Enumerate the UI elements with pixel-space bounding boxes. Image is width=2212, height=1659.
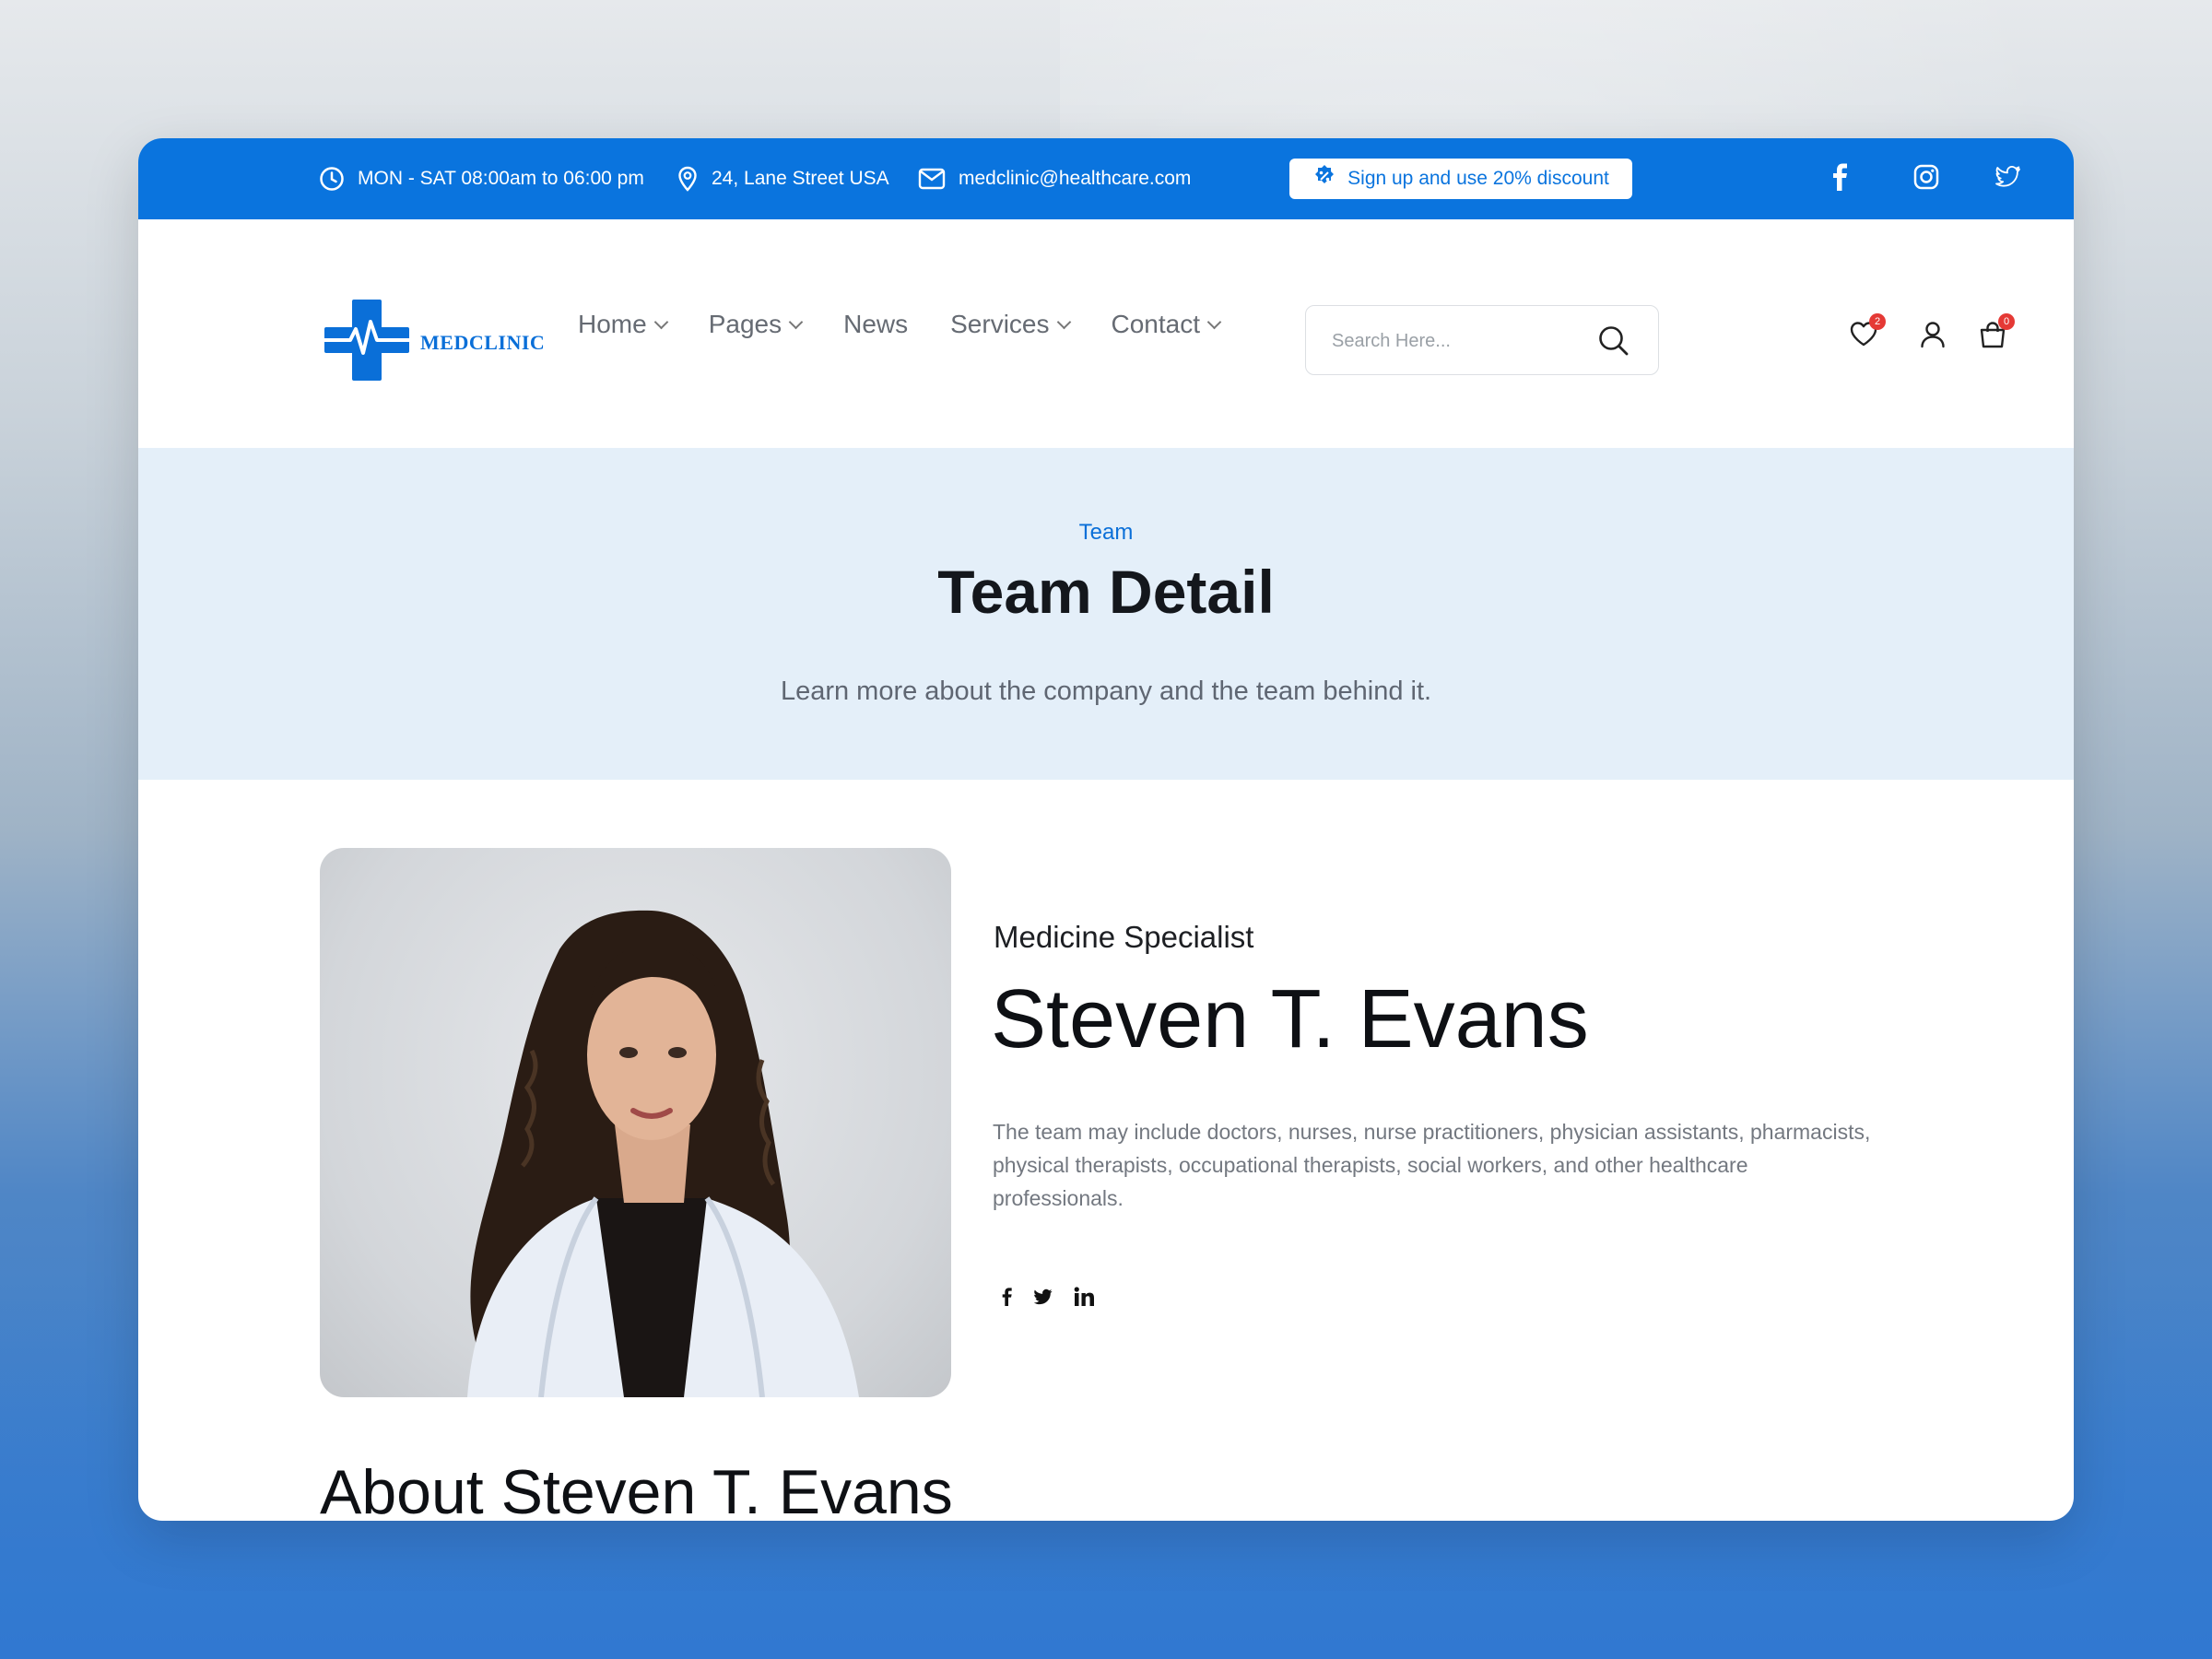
instagram-icon[interactable]	[1913, 164, 1939, 194]
doctor-role: Medicine Specialist	[994, 920, 1254, 954]
nav-pages-label: Pages	[708, 310, 782, 338]
instagram-link[interactable]	[1913, 138, 1939, 219]
heart-icon	[1849, 322, 1878, 350]
nav-services-label: Services	[950, 310, 1050, 338]
nav-home-label: Home	[578, 310, 647, 338]
facebook-icon[interactable]	[1002, 1287, 1013, 1312]
page-subtitle: Learn more about the company and the tea…	[780, 677, 1432, 706]
facebook-link[interactable]	[1832, 138, 1849, 219]
search-input[interactable]	[1330, 323, 1592, 359]
wishlist-button[interactable]: 2	[1849, 313, 1886, 351]
top-bar: MON - SAT 08:00am to 06:00 pm 24, Lane S…	[138, 138, 2074, 219]
about-heading: About Steven T. Evans	[320, 1457, 953, 1521]
nav-home[interactable]: Home	[578, 310, 668, 339]
doctor-name: Steven T. Evans	[991, 973, 1589, 1065]
clock-icon	[319, 166, 345, 192]
email-text[interactable]: medclinic@healthcare.com	[959, 168, 1191, 190]
user-icon	[1920, 322, 1946, 352]
search-box	[1305, 305, 1659, 375]
nav-pages[interactable]: Pages	[708, 310, 804, 339]
chevron-down-icon	[1056, 314, 1071, 329]
discount-button[interactable]: Sign up and use 20% discount	[1289, 159, 1632, 199]
mail-icon	[918, 168, 946, 190]
nav-contact[interactable]: Contact	[1111, 310, 1222, 339]
email-info[interactable]: medclinic@healthcare.com	[918, 138, 1191, 219]
percent-badge-icon	[1312, 164, 1336, 194]
breadcrumb[interactable]: Team	[138, 520, 2074, 546]
location-pin-icon	[677, 166, 699, 192]
chevron-down-icon	[788, 314, 804, 329]
address-text: 24, Lane Street USA	[712, 168, 889, 189]
site-logo[interactable]: MEDCLINIC	[323, 298, 545, 387]
search-icon[interactable]	[1597, 324, 1630, 362]
hours-info: MON - SAT 08:00am to 06:00 pm	[319, 138, 644, 219]
main-nav: Home Pages News Services Contact	[578, 310, 1222, 339]
shopping-bag-icon	[1978, 322, 2007, 352]
nav-services[interactable]: Services	[950, 310, 1071, 339]
discount-text: Sign up and use 20% discount	[1347, 168, 1609, 189]
chevron-down-icon	[653, 314, 668, 329]
wishlist-count-badge: 2	[1869, 313, 1886, 330]
cart-button[interactable]: 0	[1978, 313, 2015, 353]
chevron-down-icon	[1206, 314, 1222, 329]
doctor-photo	[320, 848, 951, 1397]
twitter-icon[interactable]	[1995, 165, 2021, 193]
nav-news-label: News	[843, 310, 909, 338]
doctor-description: The team may include doctors, nurses, nu…	[993, 1120, 1871, 1210]
page-title: Team Detail	[937, 558, 1275, 626]
cart-count-badge: 0	[1998, 313, 2015, 330]
account-button[interactable]	[1920, 321, 1946, 353]
twitter-icon[interactable]	[1033, 1288, 1053, 1311]
hours-text: MON - SAT 08:00am to 06:00 pm	[358, 168, 644, 189]
medical-cross-icon	[323, 298, 411, 387]
facebook-icon[interactable]	[1832, 163, 1849, 195]
logo-text: MEDCLINIC	[420, 330, 546, 354]
site-header: MEDCLINIC Home Pages News Services Conta…	[138, 219, 2074, 448]
twitter-link[interactable]	[1995, 138, 2021, 219]
nav-news[interactable]: News	[843, 310, 908, 339]
doctor-social-links	[1002, 1287, 1094, 1312]
linkedin-icon[interactable]	[1074, 1287, 1094, 1312]
nav-contact-label: Contact	[1111, 310, 1201, 338]
page-banner: Team Team Detail Learn more about the co…	[138, 448, 2074, 780]
address-info: 24, Lane Street USA	[677, 138, 889, 219]
browser-window: MON - SAT 08:00am to 06:00 pm 24, Lane S…	[138, 138, 2074, 1521]
